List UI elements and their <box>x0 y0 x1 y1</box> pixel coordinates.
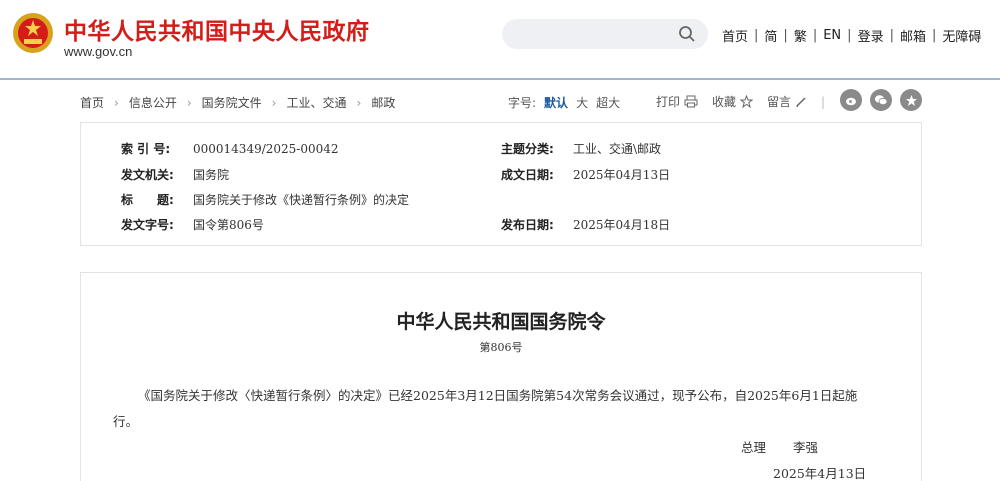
page-toolbar: 首页 › 信息公开 › 国务院文件 › 工业、交通 › 邮政 字号: 默认 大 超大 打… <box>80 89 922 112</box>
site-url: www.gov.cn <box>64 44 133 59</box>
breadcrumb-separator-icon: › <box>186 95 192 110</box>
print-label: 打印 <box>656 95 681 109</box>
nav-accessibility-link[interactable]: 无障碍 <box>942 26 981 45</box>
meta-written-date: 成文日期: 2025年04月13日 <box>501 166 670 183</box>
pencil-icon <box>796 96 806 107</box>
top-nav: 首页 | 简 | 繁 | EN | 登录 | 邮箱 | 无障碍 <box>722 26 982 45</box>
site-header: 中华人民共和国中央人民政府 www.gov.cn 首页 | 简 | 繁 | EN | 登… <box>0 0 1000 80</box>
meta-index-value: 000014349/2025-00042 <box>193 142 339 156</box>
star-outline-icon <box>740 95 754 108</box>
nav-mailbox-link[interactable]: 邮箱 <box>900 26 926 45</box>
nav-home-link[interactable]: 首页 <box>722 26 748 45</box>
signatory-title: 总理 <box>741 440 767 455</box>
weibo-icon[interactable] <box>840 89 862 111</box>
article-body: 《国务院关于修改〈快递暂行条例〉的决定》已经2025年3月12日国务院第54次常… <box>113 388 858 429</box>
breadcrumb-separator-icon: › <box>271 95 277 110</box>
meta-title: 标 题: 国务院关于修改《快递暂行条例》的决定 <box>121 191 409 208</box>
nav-login-link[interactable]: 登录 <box>858 26 884 45</box>
meta-title-value: 国务院关于修改《快递暂行条例》的决定 <box>193 193 410 207</box>
breadcrumb-postal[interactable]: 邮政 <box>371 94 395 111</box>
search-icon[interactable] <box>678 25 696 43</box>
meta-issuer-label: 发文机关: <box>121 168 174 182</box>
signatory-name: 李强 <box>793 440 819 455</box>
meta-written-value: 2025年04月13日 <box>573 168 671 182</box>
meta-published-value: 2025年04月18日 <box>573 218 671 232</box>
document-metadata: 索 引 号: 000014349/2025-00042 主题分类: 工业、交通\邮政… <box>80 122 922 246</box>
meta-issuer-value: 国务院 <box>193 168 230 182</box>
font-size-large[interactable]: 大 <box>576 94 588 111</box>
tools-divider: | <box>821 94 826 109</box>
star-icon[interactable] <box>900 89 922 111</box>
favorite-button[interactable]: 收藏 <box>712 93 754 110</box>
meta-written-label: 成文日期: <box>501 168 554 182</box>
meta-title-label: 标 题: <box>121 193 174 207</box>
meta-published-date: 发布日期: 2025年04月18日 <box>501 216 670 233</box>
meta-docno-label: 发文字号: <box>121 218 174 232</box>
meta-issuer: 发文机关: 国务院 <box>121 166 229 183</box>
nav-traditional-link[interactable]: 繁 <box>794 26 807 45</box>
meta-topic-label: 主题分类: <box>501 142 554 156</box>
breadcrumb-industry-transport[interactable]: 工业、交通 <box>286 94 346 111</box>
wechat-icon[interactable] <box>870 89 892 111</box>
article-title: 中华人民共和国国务院令 <box>396 311 606 333</box>
site-title[interactable]: 中华人民共和国中央人民政府 <box>64 12 370 46</box>
share-icons <box>832 89 922 111</box>
comment-label: 留言 <box>767 95 792 109</box>
font-size-extra-large[interactable]: 超大 <box>596 94 620 111</box>
font-size-default[interactable]: 默认 <box>544 94 568 111</box>
meta-index: 索 引 号: 000014349/2025-00042 <box>121 140 339 157</box>
meta-topic: 主题分类: 工业、交通\邮政 <box>501 140 661 157</box>
printer-icon <box>684 95 698 108</box>
nav-simplified-link[interactable]: 简 <box>764 26 777 45</box>
font-size-control: 字号: 默认 大 超大 <box>508 94 628 111</box>
article-content: 中华人民共和国国务院令 第806号 《国务院关于修改〈快递暂行条例〉的决定》已经… <box>80 272 922 481</box>
meta-index-label: 索 引 号: <box>121 142 171 156</box>
nav-english-link[interactable]: EN <box>823 28 841 43</box>
breadcrumb-separator-icon: › <box>114 95 119 110</box>
font-size-label: 字号: <box>508 96 537 110</box>
article-tools: 打印 收藏 留言 | <box>656 93 839 110</box>
meta-doc-number: 发文字号: 国令第806号 <box>121 216 264 233</box>
search-input[interactable] <box>502 19 708 49</box>
breadcrumb-separator-icon: › <box>356 95 362 110</box>
meta-topic-value: 工业、交通\邮政 <box>573 142 662 156</box>
breadcrumb-state-council-docs[interactable]: 国务院文件 <box>202 94 262 111</box>
breadcrumb-home[interactable]: 首页 <box>80 94 104 111</box>
meta-docno-value: 国令第806号 <box>193 218 264 232</box>
breadcrumb-info-disclosure[interactable]: 信息公开 <box>129 94 177 111</box>
breadcrumb: 首页 › 信息公开 › 国务院文件 › 工业、交通 › 邮政 <box>80 94 395 111</box>
national-emblem-icon[interactable] <box>12 12 54 54</box>
comment-button[interactable]: 留言 <box>767 93 807 110</box>
print-button[interactable]: 打印 <box>656 93 698 110</box>
signature-date: 2025年4月13日 <box>773 466 867 481</box>
meta-published-label: 发布日期: <box>501 218 554 232</box>
favorite-label: 收藏 <box>712 95 737 109</box>
article-number: 第806号 <box>479 341 523 354</box>
